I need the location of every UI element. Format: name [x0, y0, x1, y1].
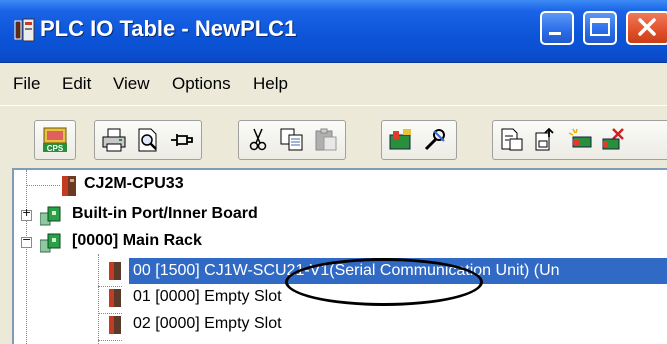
pin-button[interactable] — [165, 123, 199, 157]
paste-button[interactable] — [309, 123, 343, 157]
cps-button[interactable]: CPS — [38, 123, 72, 157]
menu-help[interactable]: Help — [253, 74, 288, 94]
tools-icon — [424, 129, 445, 151]
tree-item-cpu[interactable]: CJ2M-CPU33 — [14, 171, 654, 199]
rack-icon — [40, 233, 61, 253]
cpu-unit-icon — [62, 176, 76, 196]
highlight-ellipse — [285, 258, 483, 306]
close-icon — [638, 18, 656, 36]
new-unit-icon — [568, 128, 592, 148]
minimize-icon — [549, 32, 561, 35]
paste-icon — [315, 128, 337, 151]
tree-guide-line — [98, 340, 122, 341]
compare-button[interactable] — [495, 123, 529, 157]
delete-icon — [602, 128, 624, 150]
slot-02-label: 02 [0000] Empty Slot — [133, 315, 282, 332]
main-rack-label: [0000] Main Rack — [72, 232, 202, 249]
delete-unit-button[interactable] — [597, 123, 631, 157]
compare-icon — [501, 128, 523, 151]
maximize-icon — [590, 18, 610, 36]
transfer-icon — [389, 129, 411, 150]
builtin-port-label: Built-in Port/Inner Board — [72, 205, 258, 222]
upload-button[interactable] — [529, 123, 563, 157]
print-preview-icon — [138, 128, 157, 152]
cps-icon: CPS — [43, 127, 67, 153]
cut-button[interactable] — [241, 123, 275, 157]
unit-icon — [109, 262, 121, 280]
menu-edit[interactable]: Edit — [62, 74, 91, 94]
close-button[interactable] — [626, 11, 667, 45]
menu-options[interactable]: Options — [172, 74, 231, 94]
slot-01-label: 01 [0000] Empty Slot — [133, 288, 282, 305]
menu-file[interactable]: File — [13, 74, 40, 94]
pin-icon — [171, 134, 193, 146]
cpu-label: CJ2M-CPU33 — [84, 175, 184, 192]
tree-item-main-rack[interactable]: − [0000] Main Rack — [14, 228, 654, 256]
copy-button[interactable] — [275, 123, 309, 157]
new-unit-button[interactable] — [563, 123, 597, 157]
tree-item-builtin-port[interactable]: + Built-in Port/Inner Board — [14, 201, 654, 229]
more-tool-button[interactable] — [631, 123, 665, 157]
tree-item-slot-02[interactable]: 02 [0000] Empty Slot — [14, 311, 654, 339]
toolbar-group-edit — [492, 120, 667, 160]
window-title: PLC IO Table - NewPLC1 — [40, 16, 297, 41]
unit-icon — [109, 289, 121, 307]
toolbar-group-tools — [381, 120, 457, 160]
title-bar[interactable]: PLC IO Table - NewPLC1 — [0, 0, 667, 63]
tools-button[interactable] — [418, 123, 452, 157]
expand-button[interactable]: + — [21, 207, 32, 221]
collapse-button[interactable]: − — [21, 234, 32, 248]
toolbar-group-clipboard — [238, 120, 346, 160]
unit-icon — [109, 316, 121, 334]
plc-io-table-window: PLC IO Table - NewPLC1 File Edit View Op… — [0, 0, 667, 344]
svg-text:CPS: CPS — [47, 144, 64, 153]
toolbar-group-print — [94, 120, 202, 160]
print-icon — [102, 128, 126, 152]
menu-bar: File Edit View Options Help — [0, 63, 667, 105]
toolbar: CPS — [0, 105, 667, 170]
print-preview-button[interactable] — [131, 123, 165, 157]
transfer-button[interactable] — [384, 123, 418, 157]
plc-app-icon — [14, 18, 35, 42]
upload-icon — [535, 127, 554, 151]
network-node-icon — [40, 206, 61, 226]
minimize-button[interactable] — [540, 11, 574, 45]
cut-icon — [249, 128, 267, 151]
io-table-tree[interactable]: CJ2M-CPU33 + Built-in Port/Inner Board −… — [12, 168, 667, 344]
maximize-button[interactable] — [583, 11, 617, 45]
copy-icon — [280, 128, 303, 151]
toolbar-group-cps: CPS — [34, 120, 76, 160]
print-button[interactable] — [97, 123, 131, 157]
menu-view[interactable]: View — [113, 74, 150, 94]
